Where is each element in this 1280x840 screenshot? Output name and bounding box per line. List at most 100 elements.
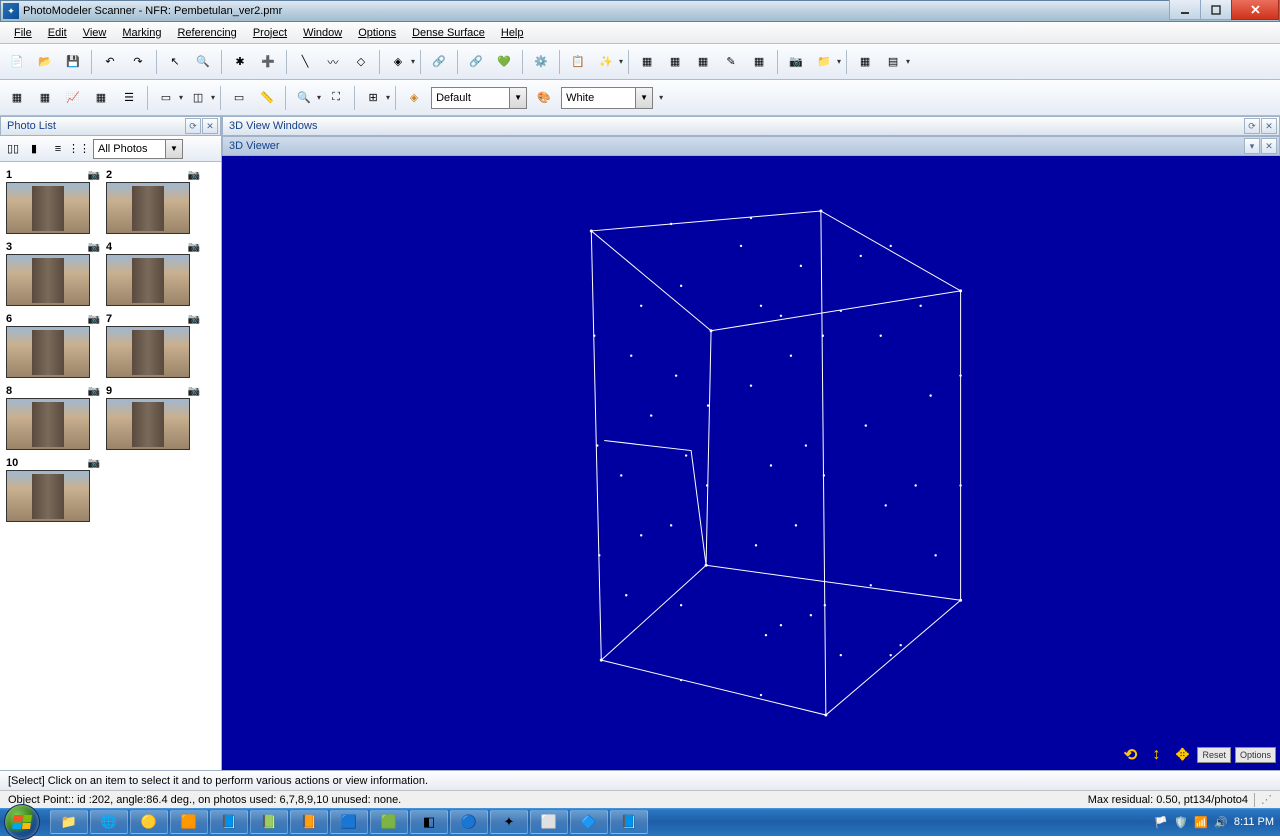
menu-marking[interactable]: Marking <box>114 24 169 42</box>
line-tool-icon[interactable]: ╲ <box>292 49 318 75</box>
grid1-icon[interactable]: ▦ <box>634 49 660 75</box>
view-chart-icon[interactable]: 📈 <box>60 85 86 111</box>
thumb-item[interactable]: 1📷 <box>6 168 100 234</box>
photo-filter-combo[interactable]: All Photos ▼ <box>93 139 183 159</box>
tray-shield-icon[interactable]: 🛡️ <box>1174 815 1188 829</box>
thumb-item[interactable]: 2📷 <box>106 168 200 234</box>
tray-sound-icon[interactable]: 🔊 <box>1214 815 1228 829</box>
menu-view[interactable]: View <box>75 24 115 42</box>
detail-icon[interactable]: ⋮⋮ <box>70 140 88 158</box>
zoom-extents-icon[interactable]: ⛶ <box>323 85 349 111</box>
start-button[interactable] <box>4 804 40 840</box>
menu-file[interactable]: File <box>6 24 40 42</box>
view-list-icon[interactable]: ☰ <box>116 85 142 111</box>
report-icon[interactable]: ✨ <box>593 49 619 75</box>
process-icon[interactable]: ⚙️ <box>528 49 554 75</box>
menu-help[interactable]: Help <box>493 24 532 42</box>
task-app1-icon[interactable]: 🟧 <box>170 810 208 834</box>
maximize-button[interactable] <box>1200 0 1232 20</box>
view-grid-icon[interactable]: ▦ <box>4 85 30 111</box>
undo-icon[interactable]: ↶ <box>97 49 123 75</box>
new-icon[interactable]: 📄 <box>4 49 30 75</box>
task-ie-icon[interactable]: 🌐 <box>90 810 128 834</box>
task-app8-icon[interactable]: 📘 <box>610 810 648 834</box>
pan-v-icon[interactable]: ↕ <box>1145 744 1167 766</box>
pin-icon[interactable]: ⟳ <box>185 118 201 134</box>
task-app4-icon[interactable]: ◧ <box>410 810 448 834</box>
chevron-down-icon[interactable]: ▼ <box>635 88 652 108</box>
menu-window[interactable]: Window <box>295 24 350 42</box>
rotate-icon[interactable]: ⟲ <box>1119 744 1141 766</box>
unlink-icon[interactable]: 💚 <box>491 49 517 75</box>
grid2-icon[interactable]: ▦ <box>662 49 688 75</box>
table-icon[interactable]: ⊞ <box>360 85 386 111</box>
menu-options[interactable]: Options <box>350 24 404 42</box>
task-pm-icon[interactable]: ✦ <box>490 810 528 834</box>
chevron-down-icon[interactable]: ▼ <box>509 88 526 108</box>
menu-referencing[interactable]: Referencing <box>169 24 244 42</box>
view-axes-icon[interactable]: ▦ <box>32 85 58 111</box>
curve-tool-icon[interactable]: 〰 <box>320 49 346 75</box>
dsm2-icon[interactable]: ▤ <box>880 49 906 75</box>
zoom-select-icon[interactable]: 🔍 <box>190 49 216 75</box>
thumb-item[interactable]: 3📷 <box>6 240 100 306</box>
surface-tool-icon[interactable]: ◈ <box>385 49 411 75</box>
window-layout-icon[interactable]: ▭ <box>153 85 179 111</box>
grid3-icon[interactable]: ▦ <box>690 49 716 75</box>
minimize-button[interactable] <box>1169 0 1201 20</box>
task-app2-icon[interactable]: 🟦 <box>330 810 368 834</box>
menu-dense-surface[interactable]: Dense Surface <box>404 24 493 42</box>
layer-combo[interactable]: Default ▼ <box>431 87 527 109</box>
3d-viewport[interactable]: ⟲ ↕ ✥ Reset Options <box>222 156 1280 770</box>
menu-project[interactable]: Project <box>245 24 295 42</box>
thumb-item[interactable]: 4📷 <box>106 240 200 306</box>
thumbs-small-icon[interactable]: ▯▯ <box>4 140 22 158</box>
edit-grid-icon[interactable]: ✎ <box>718 49 744 75</box>
open-icon[interactable]: 📂 <box>32 49 58 75</box>
camera-icon[interactable]: 📷 <box>783 49 809 75</box>
task-app3-icon[interactable]: 🟩 <box>370 810 408 834</box>
grid4-icon[interactable]: ▦ <box>746 49 772 75</box>
thumb-item[interactable]: 6📷 <box>6 312 100 378</box>
target-icon[interactable]: ✱ <box>227 49 253 75</box>
task-chrome-icon[interactable]: 🟡 <box>130 810 168 834</box>
reference-icon[interactable]: 🔗 <box>426 49 452 75</box>
list-icon[interactable]: ≡ <box>49 140 67 158</box>
task-app7-icon[interactable]: 🔷 <box>570 810 608 834</box>
palette-icon[interactable]: 🎨 <box>531 85 557 111</box>
thumb-item[interactable]: 9📷 <box>106 384 200 450</box>
task-explorer-icon[interactable]: 📁 <box>50 810 88 834</box>
save-icon[interactable]: 💾 <box>60 49 86 75</box>
thumb-item[interactable]: 7📷 <box>106 312 200 378</box>
tray-flag-icon[interactable]: 🏳️ <box>1154 815 1168 829</box>
thumb-item[interactable]: 8📷 <box>6 384 100 450</box>
thumb-item[interactable]: 10📷 <box>6 456 100 522</box>
view-options-button[interactable]: Options <box>1235 747 1276 763</box>
close-panel-icon[interactable]: ✕ <box>1261 118 1277 134</box>
thumbs-large-icon[interactable]: ▮ <box>25 140 43 158</box>
task-word-icon[interactable]: 📘 <box>210 810 248 834</box>
close-panel-icon[interactable]: ✕ <box>202 118 218 134</box>
folder-icon[interactable]: 📁 <box>811 49 837 75</box>
pan-icon[interactable]: ✥ <box>1171 744 1193 766</box>
redo-icon[interactable]: ↷ <box>125 49 151 75</box>
cascade-icon[interactable]: ◫ <box>185 85 211 111</box>
color-combo[interactable]: White ▼ <box>561 87 653 109</box>
chevron-down-icon[interactable]: ▼ <box>165 140 182 158</box>
panel-icon[interactable]: ▭ <box>226 85 252 111</box>
task-excel-icon[interactable]: 📗 <box>250 810 288 834</box>
view-points-icon[interactable]: ▦ <box>88 85 114 111</box>
select-icon[interactable]: ↖ <box>162 49 188 75</box>
audit-icon[interactable]: 📋 <box>565 49 591 75</box>
link-icon[interactable]: 🔗 <box>463 49 489 75</box>
taskbar-clock[interactable]: 8:11 PM <box>1234 816 1274 828</box>
close-button[interactable] <box>1231 0 1279 20</box>
zoom-icon[interactable]: 🔍 <box>291 85 317 111</box>
refresh-icon[interactable]: ⟳ <box>1244 118 1260 134</box>
add-point-icon[interactable]: ➕ <box>255 49 281 75</box>
dsm1-icon[interactable]: ▦ <box>852 49 878 75</box>
task-ppt-icon[interactable]: 📙 <box>290 810 328 834</box>
layer-icon[interactable]: ◈ <box>401 85 427 111</box>
shape-tool-icon[interactable]: ◇ <box>348 49 374 75</box>
ruler-icon[interactable]: 📏 <box>254 85 280 111</box>
